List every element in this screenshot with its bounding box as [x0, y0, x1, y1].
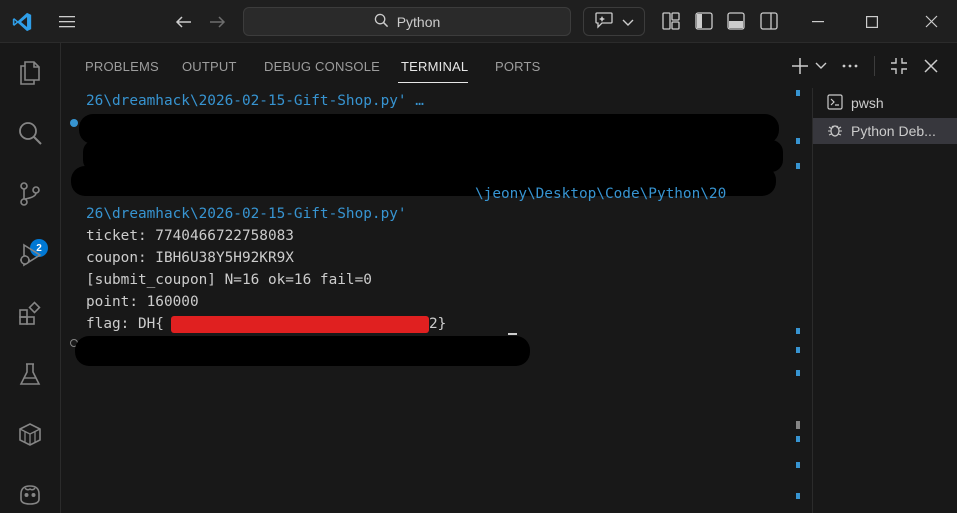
flag-redaction — [171, 316, 429, 333]
terminal-entry-pwsh[interactable]: pwsh — [813, 90, 957, 116]
terminal-line: ticket: 7740466722758083 — [86, 228, 294, 244]
testing-flask-icon[interactable] — [14, 358, 46, 390]
terminal-line: 26\dreamhack\2026-02-15-Gift-Shop.py' — [86, 206, 407, 222]
active-tab-indicator — [398, 82, 468, 83]
copilot-icon[interactable] — [14, 478, 46, 510]
restore-panel-size-icon[interactable] — [888, 55, 910, 77]
debug-icon — [827, 122, 843, 141]
terminal-line: point: 160000 — [86, 294, 199, 310]
tab-debug-console[interactable]: DEBUG CONSOLE — [264, 59, 380, 79]
toggle-secondary-sidebar-icon[interactable] — [759, 11, 779, 31]
title-bar: Python — [0, 0, 957, 43]
terminal-icon — [827, 93, 843, 113]
terminal-cursor — [508, 333, 517, 335]
terminal-scrollbar[interactable] — [796, 88, 810, 513]
tab-output[interactable]: OUTPUT — [182, 59, 237, 79]
terminal-line: 26\dreamhack\2026-02-15-Gift-Shop.py' … — [86, 93, 424, 109]
terminal-output[interactable]: 26\dreamhack\2026-02-15-Gift-Shop.py' … … — [61, 88, 796, 513]
overview-marker — [796, 462, 800, 468]
terminal-line: [submit_coupon] N=16 ok=16 fail=0 — [86, 272, 372, 288]
maximize-window-button[interactable] — [849, 0, 895, 43]
terminal-line-flag-end: 2} — [429, 316, 447, 332]
close-panel-icon[interactable] — [920, 55, 942, 77]
copilot-chat-button[interactable] — [583, 7, 645, 36]
minimize-window-button[interactable] — [795, 0, 841, 43]
chevron-down-icon — [622, 12, 634, 31]
overview-marker — [796, 370, 800, 376]
search-text: Python — [396, 13, 441, 30]
new-terminal-plus-icon[interactable] — [789, 55, 811, 77]
overview-marker — [796, 493, 800, 499]
panel-header: PROBLEMS OUTPUT DEBUG CONSOLE TERMINAL P… — [61, 43, 957, 88]
terminal-line: coupon: IBH6U38Y5H92KR9X — [86, 250, 294, 266]
command-success-marker — [70, 119, 78, 127]
terminal-entry-label: Python Deb... — [851, 123, 936, 139]
overview-marker — [796, 90, 800, 96]
overview-marker — [796, 163, 800, 169]
search-activity-icon[interactable] — [14, 117, 46, 149]
tab-ports[interactable]: PORTS — [495, 59, 541, 79]
close-window-button[interactable] — [908, 0, 954, 43]
remote-explorer-icon[interactable] — [14, 418, 46, 450]
hamburger-menu-icon[interactable] — [56, 10, 80, 34]
terminal-line-fragment: \jeony\Desktop\Code\Python\20 — [475, 186, 727, 202]
customize-layout-icon[interactable] — [661, 11, 681, 31]
vscode-logo-icon — [10, 10, 34, 34]
source-control-icon[interactable] — [14, 178, 46, 210]
more-actions-ellipsis-icon[interactable] — [839, 55, 861, 77]
overview-marker — [796, 328, 800, 334]
overview-marker — [796, 436, 800, 442]
terminal-entry-label: pwsh — [851, 95, 884, 111]
toggle-primary-sidebar-icon[interactable] — [694, 11, 714, 31]
run-and-debug-icon[interactable] — [14, 239, 46, 271]
tab-problems[interactable]: PROBLEMS — [85, 59, 159, 79]
redacted-region — [75, 336, 530, 366]
overview-marker — [796, 347, 800, 353]
command-center-search[interactable]: Python — [243, 7, 571, 36]
terminal-tabs-list: pwsh Python Deb... — [812, 88, 957, 513]
back-arrow-icon[interactable] — [172, 10, 196, 34]
forward-arrow-icon[interactable] — [205, 10, 229, 34]
tab-terminal[interactable]: TERMINAL — [401, 59, 468, 79]
explorer-icon[interactable] — [14, 57, 46, 89]
copilot-chat-icon — [594, 11, 614, 33]
overview-marker — [796, 138, 800, 144]
terminal-profile-chevron-down-icon[interactable] — [810, 55, 832, 77]
terminal-entry-python-debug[interactable]: Python Deb... — [813, 118, 957, 144]
search-icon — [374, 13, 389, 31]
toggle-panel-icon[interactable] — [726, 11, 746, 31]
activity-bar: 2 — [0, 43, 61, 513]
terminal-line-flag: flag: DH{ — [86, 316, 164, 332]
scroll-position-marker — [796, 421, 800, 429]
extensions-icon[interactable] — [14, 298, 46, 330]
panel-header-divider — [874, 56, 875, 76]
